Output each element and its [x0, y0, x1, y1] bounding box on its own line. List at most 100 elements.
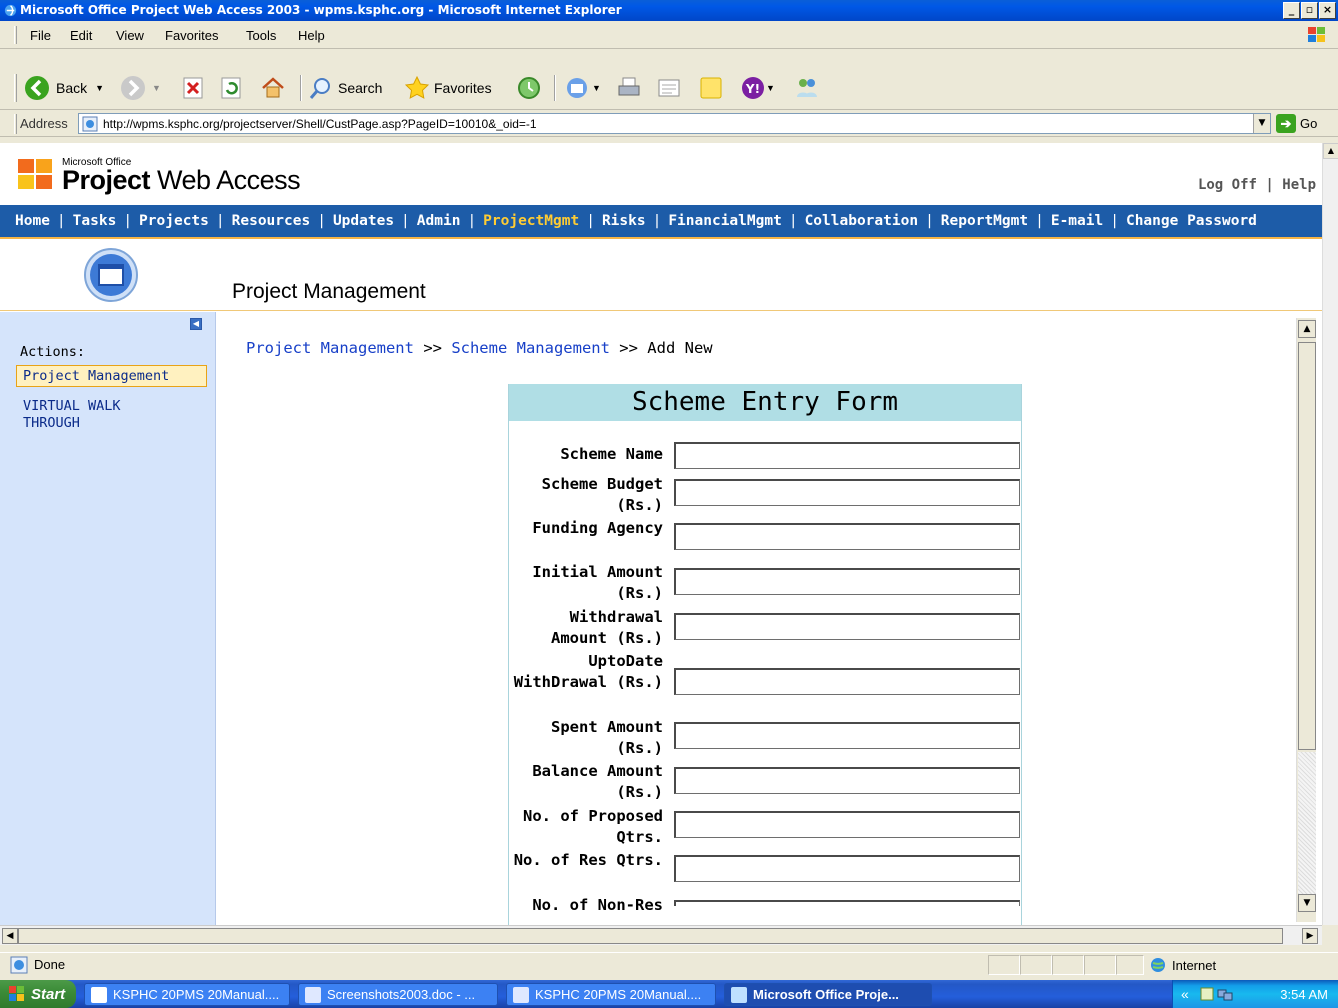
horizontal-scroll-thumb[interactable]	[18, 928, 1283, 944]
status-cell	[1116, 955, 1144, 975]
print-button[interactable]	[616, 73, 642, 103]
nav-home[interactable]: Home	[15, 213, 50, 229]
back-dropdown-icon[interactable]: ▼	[95, 83, 104, 93]
page-scroll-up-icon[interactable]: ▲	[1298, 320, 1316, 338]
home-button[interactable]	[260, 73, 286, 103]
breadcrumb-project-management[interactable]: Project Management	[246, 339, 414, 357]
field-input-withdrawal-amount-rs[interactable]	[674, 613, 1020, 640]
go-button[interactable]: ➔ Go	[1276, 113, 1317, 134]
menu-view[interactable]: View	[116, 28, 144, 43]
field-input-scheme-name[interactable]	[674, 442, 1020, 469]
nav-financialmgmt[interactable]: FinancialMgmt	[668, 213, 782, 229]
notes-button[interactable]	[698, 73, 724, 103]
vertical-scrollbar[interactable]: ▲	[1322, 143, 1338, 925]
sidebar-item-project-management[interactable]: Project Management	[16, 365, 207, 387]
page-scrollbar[interactable]: ▲ ▼	[1296, 318, 1316, 922]
mail-button[interactable]: ▼	[564, 73, 601, 103]
field-input-uptodate-withdrawal-rs[interactable]	[674, 668, 1020, 695]
nav-separator: |	[1110, 213, 1119, 229]
nav-resources[interactable]: Resources	[232, 213, 311, 229]
favorites-button[interactable]: Favorites	[404, 73, 492, 103]
menu-favorites[interactable]: Favorites	[165, 28, 218, 43]
scroll-up-icon[interactable]: ▲	[1323, 143, 1338, 159]
stop-button[interactable]	[180, 73, 206, 103]
field-input-no-of-proposed-qtrs[interactable]	[674, 811, 1020, 838]
collapse-sidebar-icon[interactable]: ◀	[190, 318, 202, 330]
nav-projectmgmt[interactable]: ProjectMgmt	[483, 213, 579, 229]
field-input-initial-amount-rs[interactable]	[674, 568, 1020, 595]
scroll-left-icon[interactable]: ◀	[2, 928, 18, 944]
taskbar-item-acrobat[interactable]: KSPHC 20PMS 20Manual....	[84, 983, 290, 1006]
network-icon[interactable]	[1217, 986, 1233, 1002]
tray-app-icon[interactable]	[1199, 986, 1215, 1002]
field-input-balance-amount-rs[interactable]	[674, 767, 1020, 794]
messenger-button[interactable]	[794, 73, 820, 103]
taskbar: Start KSPHC 20PMS 20Manual.... Screensho…	[0, 980, 1338, 1008]
product-title-bold: Project	[62, 165, 151, 195]
page-scroll-thumb[interactable]	[1298, 342, 1316, 750]
close-button[interactable]: ×	[1319, 2, 1336, 19]
menu-tools[interactable]: Tools	[246, 28, 276, 43]
field-input-funding-agency[interactable]	[674, 523, 1020, 550]
restore-button[interactable]: ▫	[1301, 2, 1318, 19]
field-input-scheme-budget-rs[interactable]	[674, 479, 1020, 506]
menu-file[interactable]: File	[30, 28, 51, 43]
show-hidden-icons-chevron[interactable]: «	[1181, 986, 1189, 1002]
favorites-label: Favorites	[434, 80, 492, 96]
nav-risks[interactable]: Risks	[602, 213, 646, 229]
header-links: Log Off | Help	[1198, 177, 1316, 193]
nav-collaboration[interactable]: Collaboration	[805, 213, 919, 229]
messenger-icon	[797, 79, 817, 97]
address-input[interactable]: http://wpms.ksphc.org/projectserver/Shel…	[78, 113, 1271, 134]
horizontal-scrollbar[interactable]: ◀ ▶	[0, 925, 1322, 945]
nav-change-password[interactable]: Change Password	[1126, 213, 1257, 229]
status-text: Done	[34, 957, 66, 972]
minimize-button[interactable]: _	[1283, 2, 1300, 19]
help-link[interactable]: Help	[1282, 177, 1316, 193]
edit-page-icon	[658, 79, 680, 97]
yahoo-dropdown-icon[interactable]: ▼	[766, 83, 775, 93]
standard-toolbar: Back ▼ ▼ Search Favorites ▼ Y! ▼	[0, 67, 1338, 110]
mail-dropdown-icon[interactable]: ▼	[592, 83, 601, 93]
field-input-spent-amount-rs[interactable]	[674, 722, 1020, 749]
status-cell	[1052, 955, 1084, 975]
nav-separator: |	[317, 213, 326, 229]
taskbar-item-word-screenshots[interactable]: Screenshots2003.doc - ...	[298, 983, 498, 1006]
taskbar-item-project-web-access[interactable]: Microsoft Office Proje...	[724, 983, 932, 1006]
form-heading: Scheme Entry Form	[509, 384, 1021, 421]
history-icon	[518, 77, 540, 99]
globe-icon	[1151, 958, 1165, 972]
menu-help[interactable]: Help	[298, 28, 325, 43]
title-bar: Microsoft Office Project Web Access 2003…	[0, 0, 1338, 21]
sidebar-item-virtual-walk-through[interactable]: VIRTUAL WALK THROUGH	[23, 398, 183, 432]
nav-reportmgmt[interactable]: ReportMgmt	[941, 213, 1028, 229]
search-button[interactable]: Search	[308, 73, 382, 103]
taskbar-item-word-manual[interactable]: KSPHC 20PMS 20Manual....	[506, 983, 716, 1006]
scroll-right-icon[interactable]: ▶	[1302, 928, 1318, 944]
nav-separator: |	[467, 213, 477, 229]
yahoo-button[interactable]: Y! ▼	[740, 73, 775, 103]
history-button[interactable]	[516, 73, 542, 103]
field-label: Initial Amount (Rs.)	[532, 563, 663, 602]
address-dropdown-icon[interactable]: ▼	[1253, 114, 1270, 133]
field-input-no-of-non-res[interactable]	[674, 900, 1020, 906]
forward-button[interactable]: ▼	[120, 73, 161, 103]
field-input-no-of-res-qtrs[interactable]	[674, 855, 1020, 882]
taskbar-item-label: Microsoft Office Proje...	[753, 987, 899, 1002]
forward-dropdown-icon[interactable]: ▼	[152, 83, 161, 93]
nav-admin[interactable]: Admin	[417, 213, 461, 229]
start-button[interactable]: Start	[0, 980, 76, 1008]
nav-e-mail[interactable]: E-mail	[1051, 213, 1103, 229]
logoff-link[interactable]: Log Off	[1198, 177, 1257, 193]
page-scroll-track[interactable]	[1298, 752, 1316, 894]
page-scroll-down-icon[interactable]: ▼	[1298, 894, 1316, 912]
back-button[interactable]: Back ▼	[24, 73, 104, 103]
nav-updates[interactable]: Updates	[333, 213, 394, 229]
breadcrumb-scheme-management[interactable]: Scheme Management	[451, 339, 610, 357]
edit-button[interactable]	[656, 73, 682, 103]
security-zone: Internet	[1150, 957, 1216, 973]
nav-tasks[interactable]: Tasks	[73, 213, 117, 229]
menu-edit[interactable]: Edit	[70, 28, 92, 43]
nav-projects[interactable]: Projects	[139, 213, 209, 229]
refresh-button[interactable]	[218, 73, 244, 103]
